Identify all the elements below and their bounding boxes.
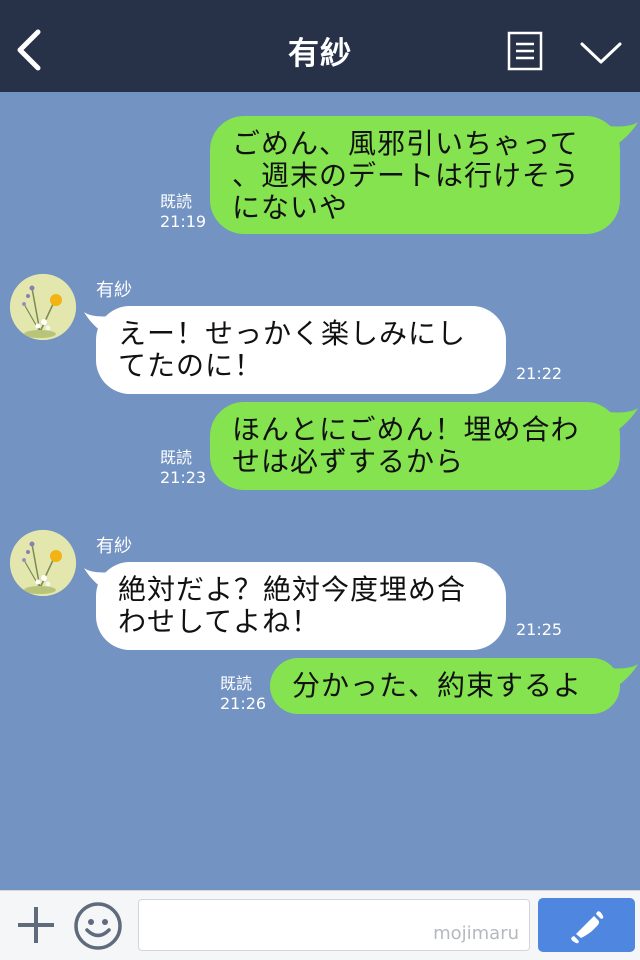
call-button[interactable] <box>538 898 635 952</box>
flower-avatar-image <box>10 274 76 340</box>
message-line: 分かった、約束するよ <box>292 669 583 702</box>
phone-icon <box>571 911 604 944</box>
read-label: 既読 <box>160 192 193 211</box>
menu-button[interactable] <box>507 31 543 71</box>
received-message[interactable]: えー！せっかく楽しみにし てたのに！ <box>96 306 506 394</box>
bubble-tail <box>608 408 638 434</box>
message-line: わせしてよね！ <box>118 605 321 638</box>
chat-area[interactable]: 既読 21:19 ごめん、風邪引いちゃって 、週末のデートは行けそう にないや … <box>0 92 640 890</box>
read-label: 既読 <box>220 674 253 693</box>
note-list-icon <box>507 31 543 71</box>
emoji-button[interactable] <box>73 901 123 951</box>
message-line: にないや <box>232 191 349 224</box>
message-input[interactable]: mojimaru <box>138 899 530 951</box>
message-time: 21:25 <box>516 620 563 639</box>
sender-name: 有紗 <box>96 536 132 557</box>
message-time: 21:19 <box>160 212 207 231</box>
message-line: せは必ずするから <box>232 445 465 478</box>
bubble-tail <box>608 122 638 148</box>
chat-title: 有紗 <box>288 36 352 72</box>
read-status: 既読 21:19 <box>160 192 206 232</box>
message-line: てたのに！ <box>118 349 264 382</box>
flower-avatar-image <box>10 530 76 596</box>
smiley-icon <box>74 902 122 950</box>
contact-avatar[interactable] <box>10 274 76 340</box>
watermark-text: mojimaru <box>433 923 519 944</box>
sender-name: 有紗 <box>96 280 132 301</box>
message-line: 、週末のデートは行けそう <box>232 159 581 192</box>
chevron-down-icon <box>580 42 622 64</box>
message-line: ほんとにごめん！埋め合わ <box>232 413 580 446</box>
bubble-tail <box>608 664 638 690</box>
message-line: 絶対だよ？絶対今度埋め合 <box>118 573 467 606</box>
message-input-bar: mojimaru <box>0 890 640 960</box>
message-line: えー！せっかく楽しみにし <box>118 317 467 350</box>
received-message[interactable]: 絶対だよ？絶対今度埋め合 わせしてよね！ <box>96 562 506 650</box>
sent-message[interactable]: ごめん、風邪引いちゃって 、週末のデートは行けそう にないや <box>210 116 620 234</box>
add-attachment-button[interactable] <box>14 903 58 947</box>
message-time: 21:26 <box>220 694 267 713</box>
plus-icon <box>18 907 54 943</box>
dropdown-button[interactable] <box>578 36 624 68</box>
message-time: 21:22 <box>516 364 563 383</box>
read-status: 既読 21:23 <box>160 448 206 488</box>
read-label: 既読 <box>160 448 193 467</box>
message-time: 21:23 <box>160 468 207 487</box>
contact-avatar[interactable] <box>10 530 76 596</box>
read-status: 既読 21:26 <box>220 674 266 714</box>
sent-message[interactable]: ほんとにごめん！埋め合わ せは必ずするから <box>210 402 620 490</box>
sent-message[interactable]: 分かった、約束するよ <box>270 658 620 714</box>
chat-header: 有紗 <box>0 0 640 92</box>
message-line: ごめん、風邪引いちゃって <box>232 127 579 160</box>
